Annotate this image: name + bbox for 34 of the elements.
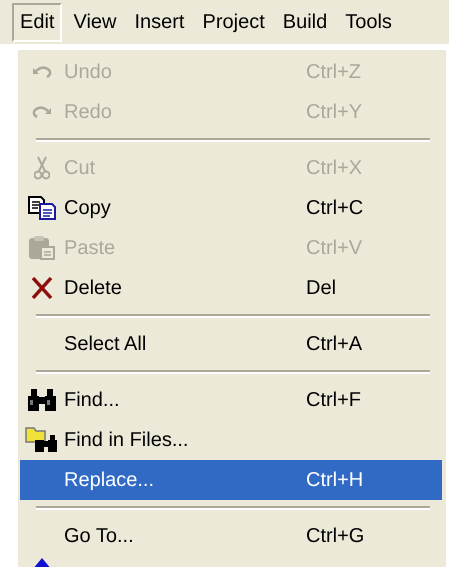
- shortcut-text: Ctrl+C: [306, 196, 364, 220]
- shortcut-text: Ctrl+G: [306, 524, 366, 548]
- menu-item[interactable]: Copy Ctrl+C: [20, 188, 442, 228]
- menu-item-label: Go To...: [64, 524, 135, 548]
- menu-item[interactable]: Select All Ctrl+A: [20, 324, 442, 364]
- menu-title[interactable]: Edit: [12, 2, 62, 42]
- menu-title[interactable]: Build: [276, 4, 334, 40]
- menu-title[interactable]: Project: [196, 4, 272, 40]
- menu-title[interactable]: View: [66, 4, 124, 40]
- shortcut-text: Ctrl+H: [306, 468, 364, 492]
- menu-item-label: Find in Files...: [64, 428, 190, 452]
- menu-item[interactable]: Go To... Ctrl+G: [20, 516, 442, 556]
- shortcut-text: Del: [306, 276, 338, 300]
- menu-item[interactable]: Delete Del: [20, 268, 442, 308]
- shortcut-text: Ctrl+Z: [306, 60, 362, 84]
- menu-item-label: Replace...: [64, 468, 156, 492]
- menu-title[interactable]: Insert: [127, 4, 192, 40]
- menu-item-label: Cut: [64, 156, 96, 180]
- shortcut-text: Ctrl+A: [306, 332, 364, 356]
- menu-item-label: Paste: [64, 236, 116, 260]
- shortcut-text: Ctrl+Y: [306, 100, 364, 124]
- menu-item-label: Select All: [64, 332, 148, 356]
- shortcut-text: Ctrl+X: [306, 156, 364, 180]
- shortcut-text: Ctrl+F: [306, 388, 362, 412]
- shortcut-text: Ctrl+V: [306, 236, 364, 260]
- menu-item-label: Undo: [64, 60, 113, 84]
- menu-title[interactable]: Tools: [338, 4, 399, 40]
- menu-item-label: Find...: [64, 388, 121, 412]
- menu-item[interactable]: Find... Ctrl+F: [20, 380, 442, 420]
- menu-item-label: Redo: [64, 100, 113, 124]
- menu-item-label: Copy: [64, 196, 112, 220]
- menu-item[interactable]: Find in Files...: [20, 420, 442, 460]
- menu-item-label: Delete: [64, 276, 123, 300]
- menu-item[interactable]: Replace... Ctrl+H: [20, 460, 442, 500]
